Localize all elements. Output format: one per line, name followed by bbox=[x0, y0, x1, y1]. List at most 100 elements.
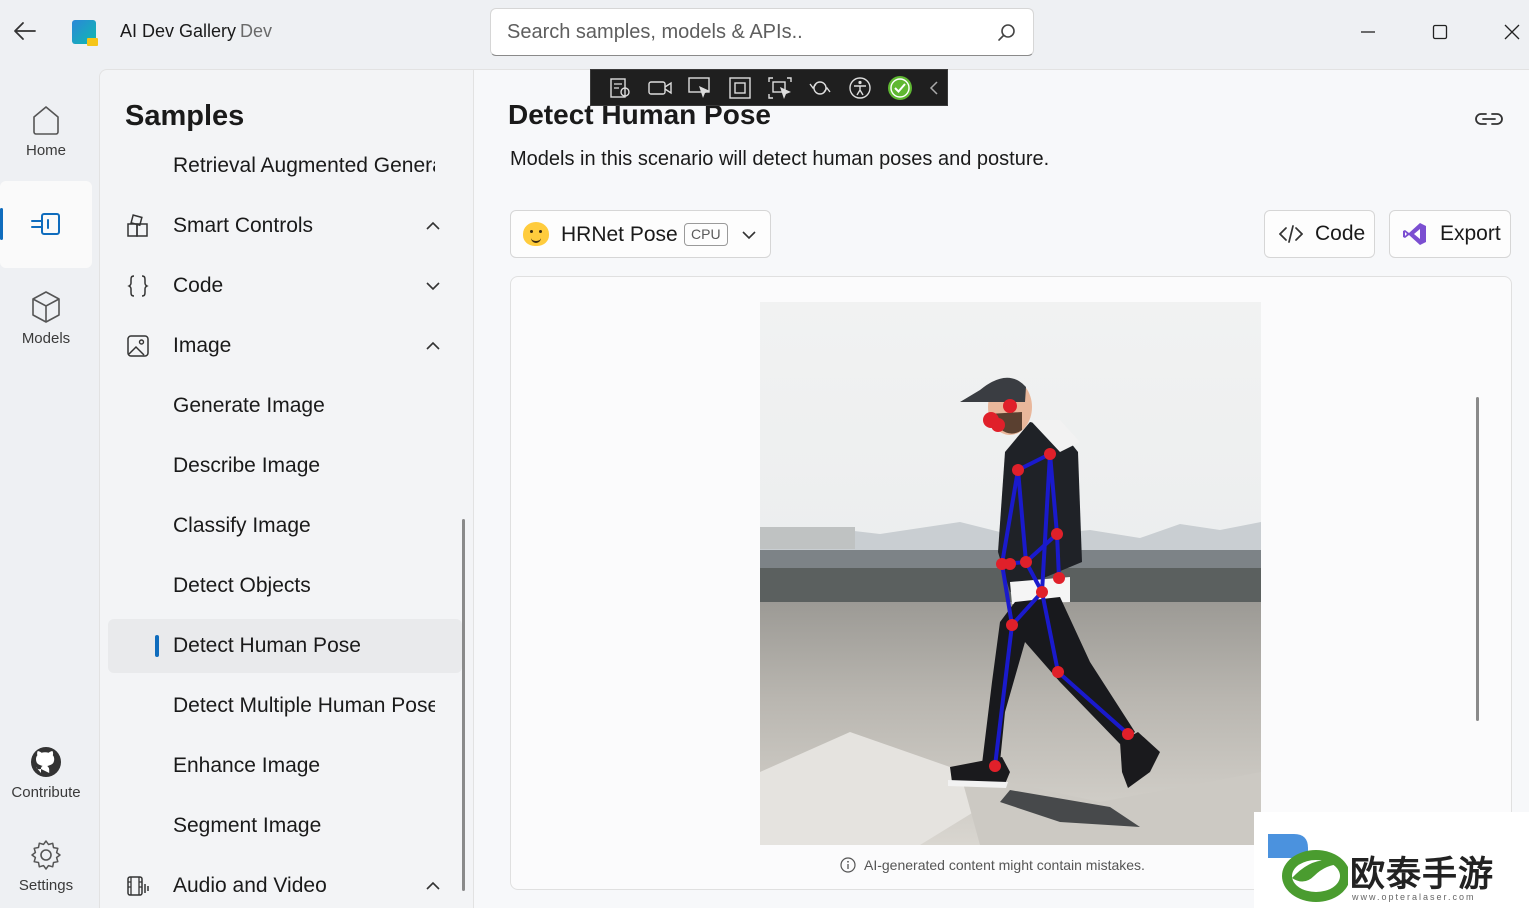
app-title-text: AI Dev Gallery bbox=[120, 21, 237, 41]
sample-item-detect-objects[interactable]: Detect Objects bbox=[100, 559, 462, 613]
code-icon bbox=[1279, 225, 1303, 243]
code-button-label: Code bbox=[1315, 222, 1366, 245]
debug-layout-adorners-button[interactable] bbox=[725, 73, 755, 103]
search-icon[interactable] bbox=[997, 23, 1017, 43]
model-device-badge: CPU bbox=[684, 223, 728, 246]
model-name: HRNet Pose bbox=[561, 223, 678, 246]
select-pointer-icon bbox=[688, 76, 710, 98]
code-button[interactable]: Code bbox=[1264, 210, 1375, 258]
close-icon bbox=[1504, 24, 1520, 40]
sample-item-describe-image[interactable]: Describe Image bbox=[100, 439, 462, 493]
layout-box-icon bbox=[729, 76, 751, 99]
sample-item-label: Detect Human Pose bbox=[173, 634, 361, 657]
sample-item-label: Segment Image bbox=[173, 814, 322, 837]
debug-hot-reload-button[interactable] bbox=[805, 73, 835, 103]
close-button[interactable] bbox=[1492, 12, 1529, 52]
check-circle-icon bbox=[888, 75, 912, 100]
rail-contribute[interactable]: Contribute bbox=[0, 746, 92, 801]
debug-track-focus-button[interactable] bbox=[765, 73, 795, 103]
pose-result-image bbox=[760, 302, 1261, 845]
image-icon bbox=[127, 335, 149, 357]
rail-home-label: Home bbox=[25, 142, 66, 159]
sample-item-label: Detect Multiple Human Poses bbox=[173, 694, 435, 717]
debug-select-element-button[interactable] bbox=[685, 73, 715, 103]
debug-accessibility-button[interactable] bbox=[845, 73, 875, 103]
rail-settings-label: Settings bbox=[18, 877, 74, 894]
chevron-down-icon bbox=[426, 282, 440, 291]
watermark-logo-icon bbox=[1268, 834, 1348, 902]
sample-item-label: Retrieval Augmented Generation bbox=[173, 154, 435, 177]
hot-reload-icon bbox=[809, 80, 831, 95]
minimize-button[interactable] bbox=[1348, 12, 1388, 52]
sample-group-label: Code bbox=[173, 274, 224, 297]
search-box[interactable]: Search samples, models & APIs.. bbox=[490, 8, 1034, 56]
rail-home[interactable]: Home bbox=[0, 104, 92, 159]
visual-tree-icon bbox=[610, 77, 630, 98]
debug-toolbar bbox=[590, 69, 948, 106]
back-button[interactable] bbox=[8, 14, 42, 48]
app-title: AI Dev Gallery Dev bbox=[120, 21, 272, 42]
gear-icon bbox=[31, 840, 61, 870]
maximize-button[interactable] bbox=[1420, 12, 1460, 52]
sample-item-label: Classify Image bbox=[173, 514, 311, 537]
sample-group-label: Smart Controls bbox=[173, 214, 314, 237]
smart-controls-icon bbox=[127, 214, 148, 237]
sample-item-label: Generate Image bbox=[173, 394, 325, 417]
chevron-up-icon bbox=[426, 341, 440, 350]
samples-panel: Samples Retrieval Augmented Generation S… bbox=[99, 69, 474, 908]
arrow-left-icon bbox=[14, 22, 36, 40]
app-logo-icon bbox=[72, 20, 98, 46]
audio-video-icon bbox=[127, 876, 149, 896]
samples-scrollbar[interactable] bbox=[462, 519, 465, 891]
github-icon bbox=[31, 747, 61, 777]
samples-icon bbox=[31, 213, 60, 235]
cube-icon bbox=[32, 291, 60, 323]
home-icon bbox=[33, 106, 59, 135]
page-description: Models in this scenario will detect huma… bbox=[510, 148, 1050, 170]
ai-disclaimer: AI-generated content might contain mista… bbox=[840, 857, 1145, 873]
sample-group-image[interactable]: Image bbox=[100, 319, 462, 373]
maximize-icon bbox=[1432, 24, 1448, 40]
sample-group-code[interactable]: Code bbox=[100, 259, 462, 313]
sample-item-rag[interactable]: Retrieval Augmented Generation bbox=[100, 139, 462, 193]
visual-studio-icon bbox=[1402, 221, 1428, 247]
chevron-down-icon bbox=[742, 231, 756, 240]
sample-item-label: Describe Image bbox=[173, 454, 321, 477]
model-selector[interactable]: HRNet Pose CPU bbox=[510, 210, 771, 258]
app-badge: Dev bbox=[240, 21, 273, 41]
rail-samples[interactable] bbox=[0, 210, 92, 244]
track-focus-icon bbox=[768, 76, 792, 99]
debug-collapse-button[interactable] bbox=[925, 73, 943, 103]
content-scrollbar[interactable] bbox=[1476, 397, 1479, 721]
chevron-up-icon bbox=[426, 881, 440, 890]
sample-group-label: Image bbox=[173, 334, 232, 357]
sample-item-enhance-image[interactable]: Enhance Image bbox=[100, 739, 462, 793]
debug-record-button[interactable] bbox=[645, 73, 675, 103]
hugging-face-icon bbox=[523, 222, 549, 246]
watermark-url: www.opteralaser.com bbox=[1352, 892, 1476, 902]
export-button-label: Export bbox=[1440, 222, 1501, 245]
rail-settings[interactable]: Settings bbox=[0, 839, 92, 894]
debug-visual-tree-button[interactable] bbox=[605, 73, 635, 103]
braces-icon bbox=[127, 275, 149, 297]
video-camera-icon bbox=[648, 80, 672, 95]
export-button[interactable]: Export bbox=[1389, 210, 1511, 258]
search-input[interactable]: Search samples, models & APIs.. bbox=[507, 21, 803, 44]
accessibility-icon bbox=[849, 76, 871, 99]
sample-item-classify-image[interactable]: Classify Image bbox=[100, 499, 462, 553]
minimize-icon bbox=[1361, 31, 1375, 33]
title-bar: AI Dev Gallery Dev Search samples, models… bbox=[0, 0, 1529, 64]
rail-contribute-label: Contribute bbox=[11, 784, 81, 801]
watermark: 欧泰手游网 www.opteralaser.com bbox=[1254, 812, 1529, 908]
sample-item-segment-image[interactable]: Segment Image bbox=[100, 799, 462, 853]
sample-item-detect-human-pose[interactable]: Detect Human Pose bbox=[108, 619, 462, 673]
sample-group-smart-controls[interactable]: Smart Controls bbox=[100, 199, 462, 253]
sample-group-label: Audio and Video bbox=[173, 874, 327, 897]
sample-item-generate-image[interactable]: Generate Image bbox=[100, 379, 462, 433]
sample-item-detect-multiple-human-poses[interactable]: Detect Multiple Human Poses bbox=[100, 679, 462, 733]
rail-models-label: Models bbox=[21, 330, 71, 347]
sample-group-audio-video[interactable]: Audio and Video bbox=[100, 859, 462, 908]
debug-status-button[interactable] bbox=[885, 73, 915, 103]
link-icon[interactable] bbox=[1473, 106, 1505, 132]
rail-models[interactable]: Models bbox=[0, 290, 92, 347]
